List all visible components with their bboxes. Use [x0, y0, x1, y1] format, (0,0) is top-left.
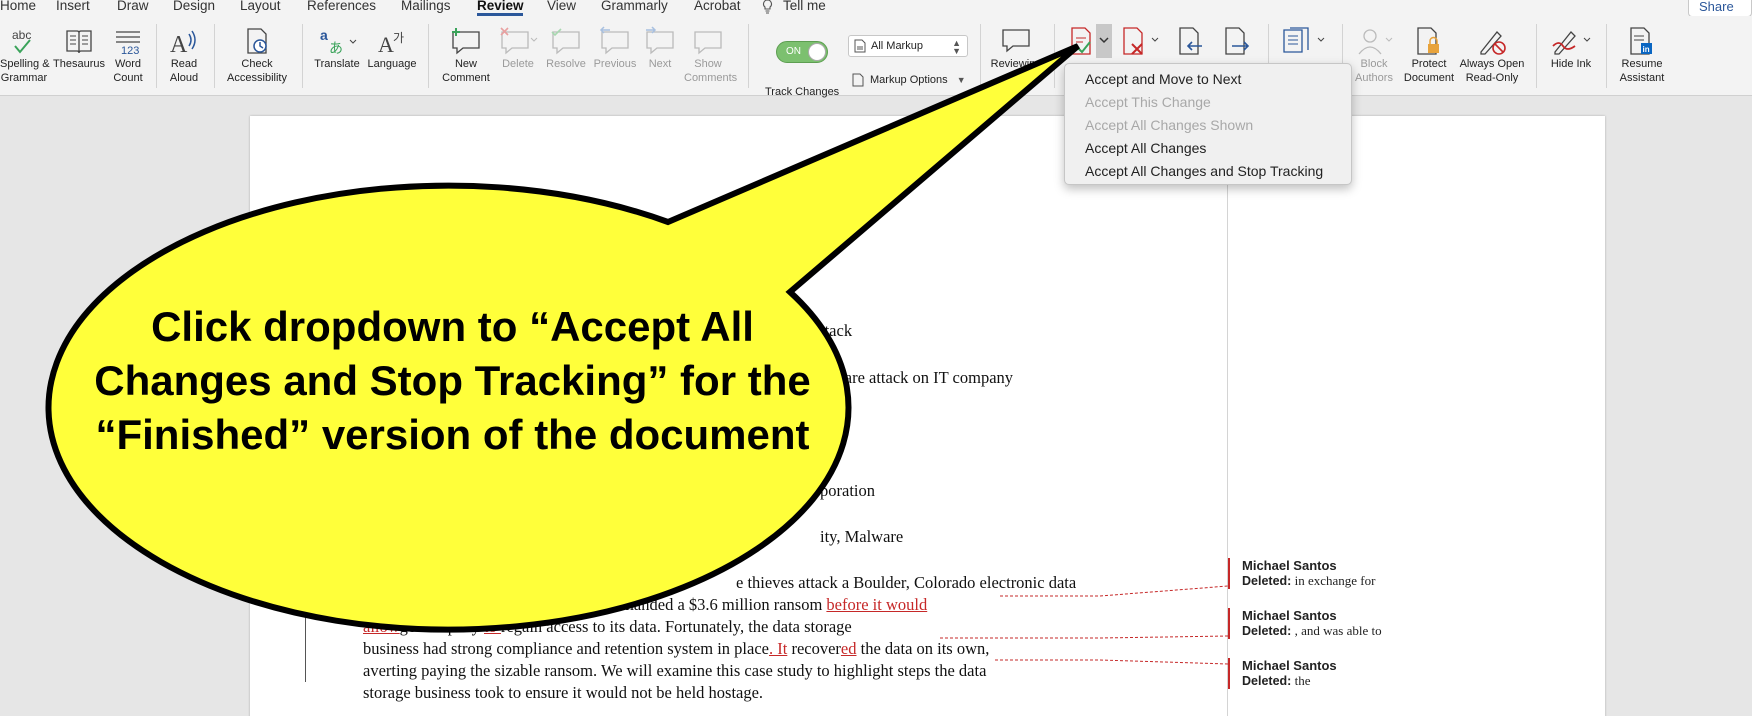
change-balloon[interactable]: Michael Santos Deleted: in exchange for: [1228, 558, 1468, 589]
menu-item-accept-all-changes[interactable]: Accept All Changes: [1065, 137, 1351, 160]
menu-item-accept-all-changes-shown: Accept All Changes Shown: [1085, 117, 1254, 133]
balloon-author: Michael Santos: [1242, 658, 1337, 673]
balloon-deleted-text: , and was able to: [1291, 623, 1382, 638]
menu-item-accept-this-change: Accept This Change: [1085, 94, 1211, 110]
balloon-author: Michael Santos: [1242, 608, 1337, 623]
balloon-deleted-text: the: [1291, 673, 1311, 688]
callout-text: Click dropdown to “Accept All Changes an…: [94, 303, 811, 458]
balloon-change-type: Deleted:: [1242, 674, 1292, 688]
menu-item-accept-and-move-next[interactable]: Accept and Move to Next: [1065, 68, 1351, 91]
change-balloon[interactable]: Michael Santos Deleted: the: [1228, 658, 1468, 689]
balloon-deleted-text: in exchange for: [1291, 573, 1376, 588]
balloon-author: Michael Santos: [1242, 558, 1337, 573]
change-balloon[interactable]: Michael Santos Deleted: , and was able t…: [1228, 608, 1468, 639]
balloon-change-type: Deleted:: [1242, 624, 1292, 638]
balloon-change-type: Deleted:: [1242, 574, 1292, 588]
menu-item-accept-all-and-stop-tracking[interactable]: Accept All Changes and Stop Tracking: [1065, 160, 1351, 183]
accept-dropdown-menu: Accept and Move to Next Accept This Chan…: [1064, 63, 1352, 185]
